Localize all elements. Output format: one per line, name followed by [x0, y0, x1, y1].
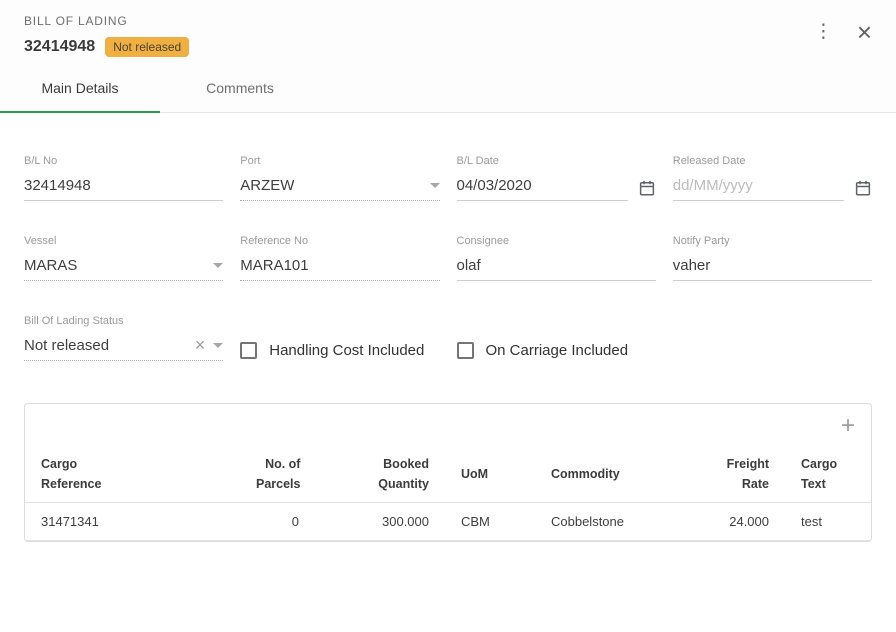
- calendar-icon[interactable]: [638, 179, 656, 197]
- checkbox-box-icon: [457, 342, 474, 359]
- col-no-of-parcels: No. of Parcels: [240, 446, 315, 503]
- close-icon[interactable]: ×: [857, 22, 872, 42]
- bl-date-input[interactable]: 04/03/2020: [457, 175, 628, 201]
- cell-booked-quantity: 300.000: [315, 503, 445, 541]
- cargo-card: + Cargo Reference No. of Parcels Booked …: [24, 403, 872, 542]
- kebab-menu-icon[interactable]: ⋮: [814, 22, 833, 42]
- field-reference-no: Reference No MARA101: [240, 235, 439, 281]
- cell-no-of-parcels: 0: [240, 503, 315, 541]
- col-cargo-text: Cargo Text: [785, 446, 871, 503]
- bol-status-select[interactable]: Not released ×: [24, 335, 223, 361]
- cargo-table-header-row: Cargo Reference No. of Parcels Booked Qu…: [25, 446, 871, 503]
- cell-commodity: Cobbelstone: [535, 503, 690, 541]
- tab-comments[interactable]: Comments: [160, 65, 320, 112]
- field-bl-date: B/L Date 04/03/2020: [457, 155, 656, 201]
- dialog-header-section: BILL OF LADING 32414948 Not released ⋮ ×…: [0, 0, 896, 113]
- clear-icon[interactable]: ×: [195, 338, 206, 352]
- status-badge: Not released: [105, 37, 189, 57]
- handling-cost-checkbox[interactable]: Handling Cost Included: [240, 342, 439, 359]
- port-select[interactable]: ARZEW: [240, 175, 439, 201]
- col-booked-quantity: Booked Quantity: [315, 446, 445, 503]
- cargo-table: Cargo Reference No. of Parcels Booked Qu…: [25, 446, 871, 541]
- page-eyebrow: BILL OF LADING: [24, 14, 189, 28]
- released-date-input[interactable]: dd/MM/yyyy: [673, 175, 844, 201]
- tab-bar: Main Details Comments: [0, 65, 896, 113]
- checkbox-box-icon: [240, 342, 257, 359]
- field-port: Port ARZEW: [240, 155, 439, 201]
- field-bl-no: B/L No 32414948: [24, 155, 223, 201]
- cell-cargo-reference: 31471341: [25, 503, 240, 541]
- calendar-icon[interactable]: [854, 179, 872, 197]
- col-cargo-reference: Cargo Reference: [25, 446, 240, 503]
- cell-cargo-text: test: [785, 503, 871, 541]
- page-title: 32414948: [24, 38, 95, 56]
- bl-no-input[interactable]: 32414948: [24, 175, 223, 201]
- consignee-input[interactable]: olaf: [457, 255, 656, 281]
- chevron-down-icon[interactable]: [213, 343, 223, 348]
- on-carriage-checkbox[interactable]: On Carriage Included: [457, 342, 656, 359]
- main-details-panel: B/L No 32414948 Port ARZEW B/L Date 04/0…: [0, 113, 896, 361]
- reference-no-input[interactable]: MARA101: [240, 255, 439, 281]
- tab-main-details[interactable]: Main Details: [0, 65, 160, 112]
- col-uom: UoM: [445, 446, 535, 503]
- chevron-down-icon[interactable]: [213, 263, 223, 268]
- field-notify-party: Notify Party vaher: [673, 235, 872, 281]
- table-row[interactable]: 31471341 0 300.000 CBM Cobbelstone 24.00…: [25, 503, 871, 541]
- header: BILL OF LADING 32414948 Not released ⋮ ×: [0, 0, 896, 65]
- field-released-date: Released Date dd/MM/yyyy: [673, 155, 872, 201]
- field-bol-status: Bill Of Lading Status Not released ×: [24, 315, 223, 361]
- notify-party-input[interactable]: vaher: [673, 255, 872, 281]
- vessel-select[interactable]: MARAS: [24, 255, 223, 281]
- field-consignee: Consignee olaf: [457, 235, 656, 281]
- cell-freight-rate: 24.000: [690, 503, 785, 541]
- field-vessel: Vessel MARAS: [24, 235, 223, 281]
- col-freight-rate: Freight Rate: [690, 446, 785, 503]
- col-commodity: Commodity: [535, 446, 690, 503]
- cell-uom: CBM: [445, 503, 535, 541]
- chevron-down-icon[interactable]: [430, 183, 440, 188]
- add-cargo-button[interactable]: +: [841, 416, 855, 436]
